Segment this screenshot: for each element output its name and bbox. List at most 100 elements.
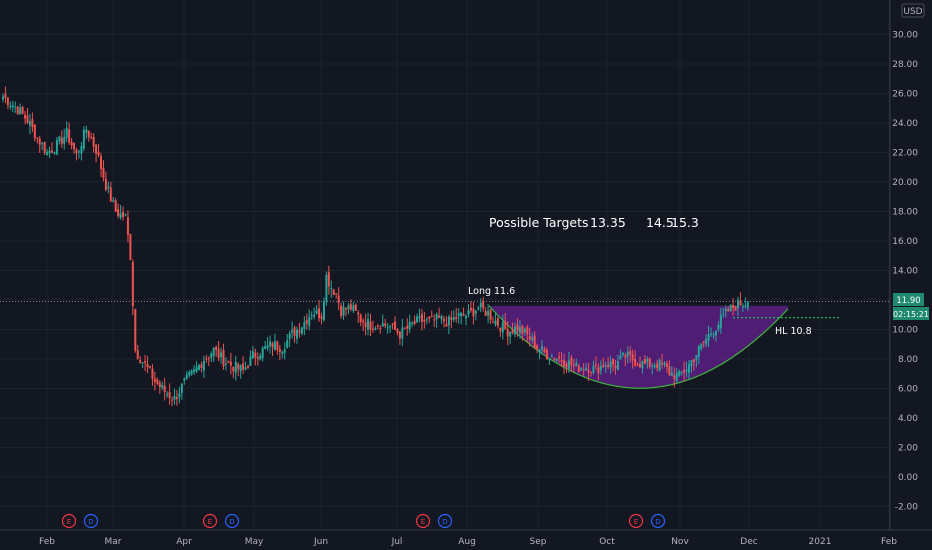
candle-body bbox=[237, 364, 240, 370]
event-label: D bbox=[88, 518, 93, 526]
candle-body bbox=[479, 303, 482, 308]
event-label: E bbox=[634, 518, 638, 526]
candle-body bbox=[73, 143, 76, 150]
candle-body bbox=[624, 355, 627, 358]
candle-body bbox=[75, 149, 78, 154]
candle-body bbox=[131, 261, 134, 307]
candle-body bbox=[384, 323, 387, 326]
candle-body bbox=[342, 306, 345, 316]
candle-body bbox=[224, 363, 227, 365]
candle-body bbox=[391, 323, 394, 325]
candle-body bbox=[536, 345, 539, 350]
candle-body bbox=[369, 321, 372, 330]
candle-body bbox=[484, 310, 487, 316]
candle-body bbox=[499, 327, 502, 332]
candle-body bbox=[614, 365, 617, 369]
candle-body bbox=[80, 146, 83, 154]
candle-body bbox=[639, 363, 641, 368]
candle-body bbox=[202, 361, 205, 371]
candle-body bbox=[702, 341, 705, 343]
candle-body bbox=[511, 329, 514, 334]
candle-body bbox=[665, 363, 668, 367]
candle-body bbox=[322, 301, 325, 321]
candle-body bbox=[386, 327, 389, 329]
candle-body bbox=[634, 359, 637, 366]
candle-body bbox=[281, 352, 284, 354]
candle-body bbox=[472, 308, 475, 317]
candle-body bbox=[205, 358, 208, 360]
candle-body bbox=[222, 350, 225, 367]
candle-body bbox=[212, 347, 215, 357]
candle-body bbox=[516, 324, 519, 332]
x-tick: Jun bbox=[313, 537, 328, 547]
target-2: 14.5 bbox=[646, 215, 674, 230]
candle-body bbox=[337, 295, 340, 304]
candle-body bbox=[51, 150, 53, 153]
candle-body bbox=[264, 346, 267, 350]
candle-body bbox=[695, 355, 698, 360]
candle-body bbox=[744, 305, 747, 307]
candle-body bbox=[349, 304, 352, 310]
candle-body bbox=[477, 307, 480, 310]
candle-body bbox=[87, 130, 90, 138]
candle-body bbox=[555, 358, 558, 361]
candle-body bbox=[259, 355, 262, 360]
candle-body bbox=[24, 114, 27, 119]
x-tick: Apr bbox=[176, 537, 192, 547]
candle-body bbox=[396, 329, 399, 334]
candle-body bbox=[394, 321, 396, 330]
candle-body bbox=[92, 136, 95, 147]
candle-body bbox=[124, 214, 127, 216]
candle-body bbox=[340, 305, 343, 317]
candle-body bbox=[256, 357, 259, 359]
candle-body bbox=[151, 368, 154, 380]
candle-body bbox=[293, 327, 296, 336]
candle-body bbox=[425, 319, 428, 321]
candle-body bbox=[374, 328, 377, 330]
candle-body bbox=[398, 331, 401, 339]
event-label: E bbox=[208, 518, 212, 526]
candle-body bbox=[166, 394, 169, 396]
candle-body bbox=[722, 313, 725, 315]
candle-body bbox=[418, 316, 421, 319]
candle-body bbox=[469, 307, 472, 311]
candle-body bbox=[332, 289, 335, 296]
candle-body bbox=[416, 316, 419, 323]
candle-body bbox=[347, 305, 350, 310]
candle-body bbox=[685, 369, 688, 372]
candle-body bbox=[435, 314, 438, 320]
candle-body bbox=[117, 209, 120, 217]
candle-body bbox=[14, 106, 17, 108]
candle-body bbox=[523, 328, 526, 333]
event-label: D bbox=[442, 518, 447, 526]
candle-body bbox=[227, 360, 230, 363]
candle-body bbox=[389, 326, 392, 328]
candle-body bbox=[41, 143, 44, 145]
stock-chart[interactable]: 30.00 28.00 26.00 24.00 22.00 20.00 18.00 16.00… bbox=[0, 0, 932, 550]
candle-body bbox=[6, 97, 9, 106]
candle-body bbox=[462, 314, 465, 316]
candle-body bbox=[697, 346, 700, 358]
candle-body bbox=[646, 359, 649, 362]
candle-body bbox=[229, 361, 232, 366]
candle-body bbox=[171, 399, 174, 401]
candle-body bbox=[247, 366, 249, 368]
event-label: E bbox=[67, 518, 71, 526]
candle-body bbox=[82, 129, 85, 149]
candle-body bbox=[269, 341, 272, 346]
event-label: D bbox=[229, 518, 234, 526]
candle-body bbox=[168, 392, 171, 398]
candle-body bbox=[558, 356, 561, 359]
candle-body bbox=[146, 363, 149, 368]
candle-body bbox=[11, 105, 14, 108]
candle-body bbox=[95, 144, 98, 154]
candle-body bbox=[4, 93, 7, 98]
x-tick: Jul bbox=[391, 537, 403, 547]
candle-body bbox=[621, 352, 624, 356]
candle-body bbox=[492, 321, 494, 323]
candle-body bbox=[144, 361, 147, 363]
candle-body bbox=[185, 374, 188, 379]
candle-body bbox=[46, 151, 49, 156]
candle-body bbox=[467, 310, 470, 315]
candle-body bbox=[663, 362, 666, 366]
